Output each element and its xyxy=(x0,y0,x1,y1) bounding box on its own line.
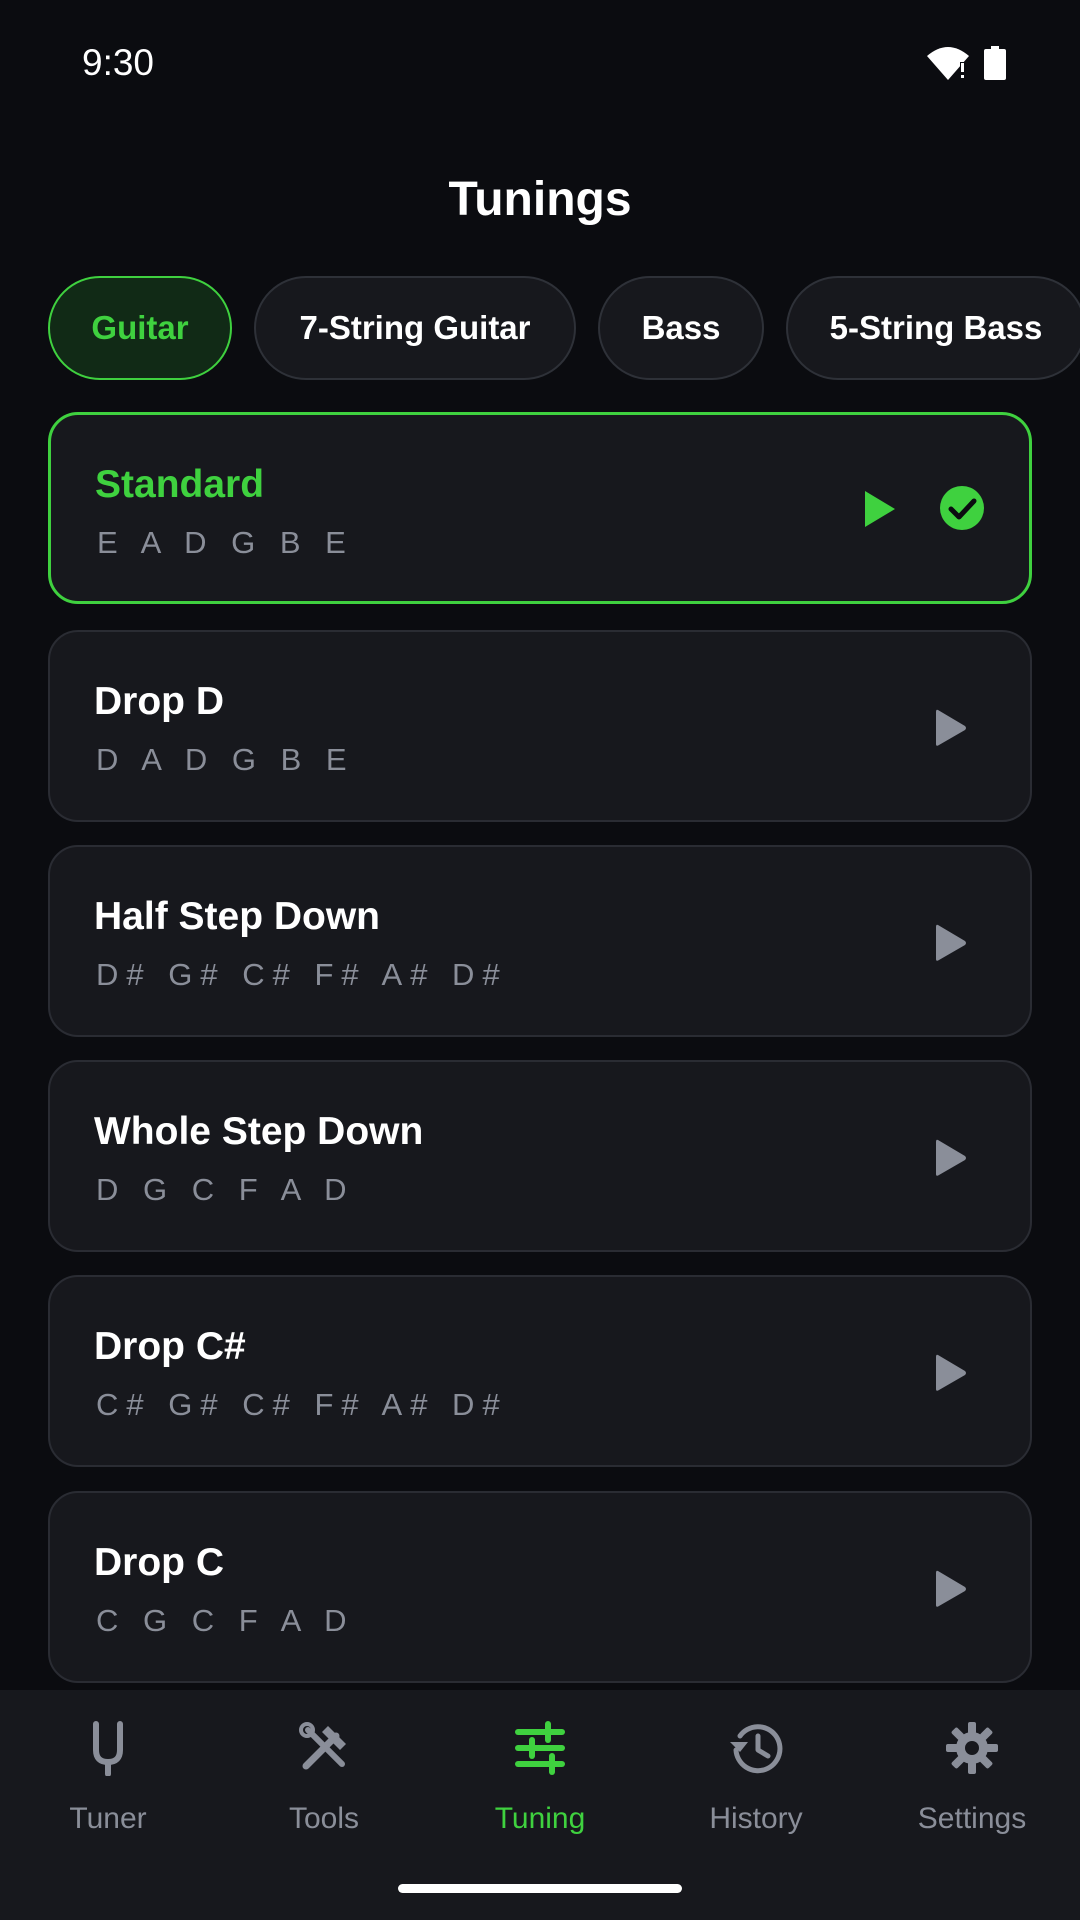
tuning-notes: C# G# C# F# A# D# xyxy=(96,1387,508,1422)
chip-guitar[interactable]: Guitar xyxy=(48,276,232,380)
status-bar: 9:30 xyxy=(0,0,1080,130)
tuning-name: Drop D xyxy=(94,680,224,723)
page-title: Tunings xyxy=(448,173,632,226)
tuning-name: Standard xyxy=(95,463,265,506)
tunings-screen: 9:30 Tunings Guitar 7-String Guitar Bass… xyxy=(0,0,1080,1920)
chip-7-string-guitar[interactable]: 7-String Guitar xyxy=(254,276,576,380)
instrument-chips: Guitar 7-String Guitar Bass 5-String Bas… xyxy=(48,276,1080,380)
history-icon xyxy=(730,1724,783,1774)
nav-item-tuner[interactable]: Tuner xyxy=(0,1690,216,1890)
nav-item-tools[interactable]: Tools xyxy=(216,1690,432,1890)
wifi-alert-icon xyxy=(927,47,969,80)
chip-bass[interactable]: Bass xyxy=(598,276,764,380)
nav-label: Tools xyxy=(288,1802,360,1835)
play-icon[interactable] xyxy=(934,923,970,963)
tuning-card-half-step-down[interactable]: Half Step Down D# G# C# F# A# D# xyxy=(48,845,1032,1037)
nav-item-settings[interactable]: Settings xyxy=(864,1690,1080,1890)
tuning-notes: D# G# C# F# A# D# xyxy=(96,957,508,992)
nav-label: Tuning xyxy=(494,1802,586,1835)
tuning-name: Drop C# xyxy=(94,1325,246,1368)
nav-item-history[interactable]: History xyxy=(648,1690,864,1890)
tuning-fork-icon xyxy=(93,1721,123,1776)
nav-label: History xyxy=(709,1802,803,1835)
tuning-card-drop-d[interactable]: Drop D D A D G B E xyxy=(48,630,1032,822)
tuning-card-drop-c-sharp[interactable]: Drop C# C# G# C# F# A# D# xyxy=(48,1275,1032,1467)
tuning-name: Whole Step Down xyxy=(94,1110,424,1153)
tuning-notes: E A D G B E xyxy=(97,525,354,560)
play-icon[interactable] xyxy=(934,1353,970,1393)
bottom-nav: Tuner Tools Tuning History Settings xyxy=(0,1690,1080,1920)
tuning-notes: D G C F A D xyxy=(96,1172,355,1207)
play-icon[interactable] xyxy=(934,1138,970,1178)
tools-icon xyxy=(299,1722,346,1770)
tuning-name: Drop C xyxy=(94,1541,224,1584)
sliders-icon xyxy=(515,1721,565,1775)
nav-label: Settings xyxy=(917,1802,1027,1835)
home-indicator[interactable] xyxy=(398,1884,682,1893)
tuning-name: Half Step Down xyxy=(94,895,381,938)
play-icon[interactable] xyxy=(934,708,970,748)
tuning-notes: C G C F A D xyxy=(96,1603,355,1638)
tuning-card-drop-c[interactable]: Drop C C G C F A D xyxy=(48,1491,1032,1683)
gear-icon xyxy=(946,1722,998,1774)
battery-icon xyxy=(984,46,1006,80)
play-icon[interactable] xyxy=(861,489,897,529)
status-time: 9:30 xyxy=(82,42,155,83)
chip-5-string-bass[interactable]: 5-String Bass xyxy=(786,276,1080,380)
tuning-card-whole-step-down[interactable]: Whole Step Down D G C F A D xyxy=(48,1060,1032,1252)
tuning-notes: D A D G B E xyxy=(96,742,355,777)
nav-label: Tuner xyxy=(69,1802,147,1835)
check-circle-icon xyxy=(940,486,984,530)
play-icon[interactable] xyxy=(934,1569,970,1609)
tuning-card-standard[interactable]: Standard E A D G B E xyxy=(48,412,1032,604)
nav-item-tuning[interactable]: Tuning xyxy=(432,1690,648,1890)
